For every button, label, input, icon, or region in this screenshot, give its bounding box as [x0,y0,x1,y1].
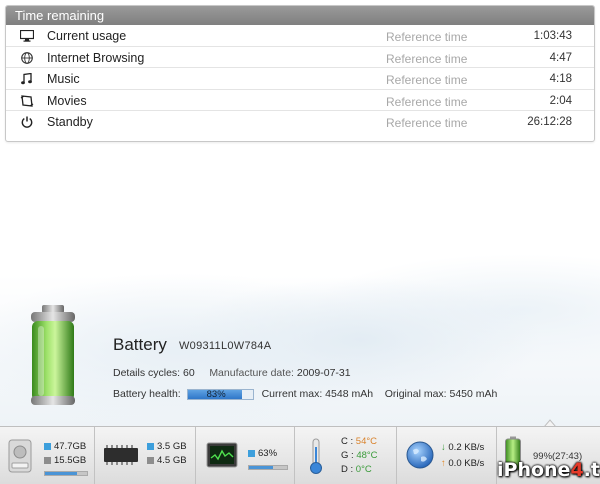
original-max-label: Original max: [384,388,447,400]
watermark-logo: iPhone4.tw [497,459,600,481]
monitor-icon [19,29,35,42]
disk-usage-fill [45,472,77,475]
globe-icon [20,51,34,64]
cycles-label: Details cycles: [113,367,181,379]
battery-health-bar: 83% [186,388,254,400]
hard-drive-icon [8,439,32,473]
cpu-usage-fill [249,466,273,469]
battery-health-label: Battery health: [113,388,181,400]
memory-segment[interactable]: 3.5 GB 4.5 GB [95,427,196,484]
battery-health-line: Battery health: 83% Current max: 4548 mA… [113,388,497,400]
disk-temp-label: D : [341,464,354,475]
cpu-usage-bar [248,465,288,470]
battery-serial: W09311L0W784A [179,340,272,352]
memory-chip-icon [104,445,138,465]
battery-title: Battery [113,335,167,354]
time-row-label: Music [47,72,80,86]
temperature-segment[interactable]: C : 54°C G : 48°C D : 0°C [295,427,397,484]
memory-used-swatch [147,442,154,450]
time-remaining-panel: Time remaining Current usage Reference t… [5,5,595,142]
manufacture-date-value: 2009-07-31 [296,367,351,379]
battery-details-line: Details cycles: 60 Manufacture date: 200… [113,367,351,379]
time-value: 26:12:28 [527,116,572,128]
gpu-temp-value: 48°C [356,450,378,461]
gpu-temp-label: G : [341,450,354,461]
reference-time-label: Reference time [386,94,468,109]
disk-free-swatch [44,456,51,464]
disk-segment[interactable]: 47.7GB 15.5GB [0,427,95,484]
upload-rate: 0.0 KB/s [448,458,485,469]
cpu-temp-value: 54°C [355,436,378,447]
time-row-label: Internet Browsing [47,50,145,65]
thermometer-icon [310,438,322,474]
network-segment[interactable]: ↓ 0.2 KB/s ↑ 0.0 KB/s [397,427,497,484]
battery-health-value: 83% [206,388,226,400]
reference-time-label: Reference time [386,51,468,66]
cpu-value: 63% [258,448,278,459]
cloud-background [0,150,600,426]
time-row-standby[interactable]: Standby Reference time 26:12:28 [6,111,594,134]
cpu-segment[interactable]: 63% [196,427,295,484]
memory-used-value: 3.5 GB [157,441,187,452]
time-value: 4:47 [549,51,572,64]
original-max-value: 5450 mAh [449,388,498,400]
time-row-current-usage[interactable]: Current usage Reference time 1:03:43 [6,25,594,47]
download-arrow-icon: ↓ [441,442,446,453]
disk-usage-bar [44,471,88,476]
disk-free-value: 15.5GB [54,455,87,466]
upload-arrow-icon: ↑ [441,458,446,469]
cpu-temp-label: C : [341,436,354,447]
memory-free-swatch [147,456,154,464]
time-remaining-title: Time remaining [6,6,594,25]
activity-monitor-icon [206,442,238,468]
reference-time-label: Reference time [386,116,468,130]
disk-used-value: 47.7GB [54,441,87,452]
manufacture-date-label: Manufacture date: [209,367,294,379]
time-row-music[interactable]: Music Reference time 4:18 [6,68,594,90]
memory-free-value: 4.5 GB [157,455,187,466]
disk-temp-value: 0°C [355,464,372,475]
time-value: 1:03:43 [533,30,572,42]
battery-large-icon [28,304,78,408]
time-value: 2:04 [549,94,572,107]
reference-time-label: Reference time [386,30,468,44]
cycles-value: 60 [183,367,195,379]
time-row-label: Standby [47,115,93,129]
time-value: 4:18 [549,73,572,85]
time-row-label: Current usage [47,29,127,43]
current-max-label: Current max: [261,388,323,400]
reference-time-label: Reference time [386,73,468,87]
music-note-icon [20,72,34,85]
current-max-value: 4548 mAh [325,388,374,400]
film-icon [20,94,34,107]
power-icon [20,116,34,128]
time-row-movies[interactable]: Movies Reference time 2:04 [6,90,594,111]
download-rate: 0.2 KB/s [448,442,485,453]
time-row-label: Movies [47,93,87,108]
cpu-swatch [248,449,255,457]
disk-used-swatch [44,442,51,450]
network-globe-icon [406,441,434,469]
time-row-internet-browsing[interactable]: Internet Browsing Reference time 4:47 [6,47,594,68]
